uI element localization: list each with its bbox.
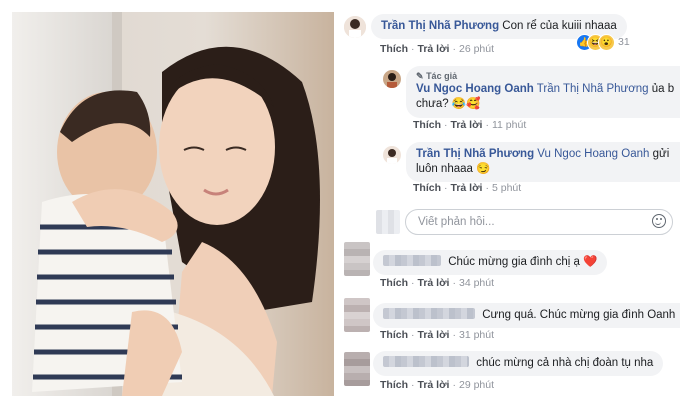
author-badge-label: Tác giả — [426, 71, 458, 81]
avatar[interactable] — [344, 298, 370, 332]
mention[interactable]: Trần Thị Nhã Phương — [537, 83, 649, 95]
comment-text: Con rể của kuiii nhaaa — [502, 20, 617, 32]
comment-author[interactable]: Trần Thị Nhã Phương — [416, 148, 534, 160]
comment-text: Cưng quá. Chúc mừng gia đình Oanh — [482, 309, 676, 321]
comment-actions: Thích · Trả lời · 34 phút — [380, 277, 495, 289]
timestamp[interactable]: 11 phút — [492, 119, 526, 131]
comment-text: gửi — [652, 148, 670, 160]
reply-box[interactable] — [405, 209, 673, 235]
avatar — [376, 210, 400, 234]
blurred-author-name — [383, 308, 475, 319]
comment-bubble: Trần Thị Nhã Phương Vu Ngoc Hoang Oanh g… — [406, 142, 680, 182]
like-link[interactable]: Thích — [380, 329, 408, 341]
comment-actions: Thích · Trả lời · 31 phút — [380, 329, 495, 341]
user-avatar-icon — [383, 146, 401, 164]
comment-author[interactable]: Vu Ngoc Hoang Oanh — [416, 83, 534, 95]
laugh-emoji-icon: 😂 — [451, 98, 467, 110]
comment-text: luôn nhaaa — [416, 163, 473, 175]
comment-actions: Thích · Trả lời · 29 phút — [380, 379, 495, 391]
reply-link[interactable]: Trả lời — [451, 119, 483, 131]
reply-link[interactable]: Trả lời — [418, 329, 450, 341]
timestamp[interactable]: 29 phút — [459, 379, 494, 391]
avatar[interactable] — [344, 16, 366, 38]
mention[interactable]: Vu Ngoc Hoang Oanh — [537, 148, 649, 160]
comment-text: chúc mừng cả nhà chị đoàn tụ nha — [476, 357, 654, 369]
wow-icon: 😮 — [598, 34, 615, 51]
comment-text: ủa b — [651, 83, 675, 95]
blurred-author-name — [383, 356, 469, 367]
comment-bubble: ✎ Tác giả Vu Ngoc Hoang Oanh Trần Thị Nh… — [406, 66, 680, 118]
like-link[interactable]: Thích — [413, 182, 441, 194]
comment-bubble: chúc mừng cả nhà chị đoàn tụ nha — [373, 351, 664, 376]
comment-bubble: Chúc mừng gia đình chị ạ ❤️ — [373, 250, 608, 275]
heart-emoji-icon: ❤️ — [583, 256, 598, 268]
reply-link[interactable]: Trả lời — [418, 277, 450, 289]
mother-baby-photo-icon — [12, 12, 334, 396]
post-photo[interactable] — [12, 12, 334, 396]
avatar[interactable] — [383, 146, 401, 164]
author-badge: ✎ Tác giả — [416, 70, 680, 82]
reply-link[interactable]: Trả lời — [418, 43, 450, 55]
avatar[interactable] — [344, 352, 370, 386]
comment-bubble: Cưng quá. Chúc mừng gia đình Oanh — [373, 303, 680, 328]
like-link[interactable]: Thích — [380, 277, 408, 289]
like-link[interactable]: Thích — [413, 119, 441, 131]
like-link[interactable]: Thích — [380, 43, 408, 55]
timestamp[interactable]: 34 phút — [459, 277, 494, 289]
comment-actions: Thích · Trả lời · 11 phút — [413, 119, 527, 131]
smirk-emoji-icon: 😏 — [476, 163, 491, 175]
reply-input[interactable] — [416, 215, 650, 229]
comment-actions: Thích · Trả lời · 5 phút — [413, 182, 522, 194]
timestamp[interactable]: 31 phút — [459, 329, 494, 341]
timestamp[interactable]: 5 phút — [492, 182, 521, 194]
comment-text: chưa? — [416, 98, 449, 110]
smiling-hearts-emoji-icon: 🥰 — [466, 98, 481, 110]
reply-link[interactable]: Trả lời — [451, 182, 483, 194]
smiley-icon[interactable] — [652, 214, 666, 228]
comment-author[interactable]: Trần Thị Nhã Phương — [381, 20, 499, 32]
reply-link[interactable]: Trả lời — [418, 379, 450, 391]
comment-actions: Thích · Trả lời · 26 phút — [380, 43, 495, 55]
comment-text: Chúc mừng gia đình chị ạ — [448, 256, 580, 268]
user-avatar-icon — [383, 70, 401, 88]
reaction-count: 31 — [618, 36, 630, 48]
like-link[interactable]: Thích — [380, 379, 408, 391]
avatar[interactable] — [344, 242, 370, 276]
timestamp[interactable]: 26 phút — [459, 43, 494, 55]
user-avatar-icon — [344, 16, 366, 38]
blurred-author-name — [383, 255, 441, 266]
comment-panel: Trần Thị Nhã Phương Con rể của kuiii nha… — [338, 0, 680, 408]
avatar[interactable] — [383, 70, 401, 88]
pencil-icon: ✎ — [416, 71, 424, 81]
